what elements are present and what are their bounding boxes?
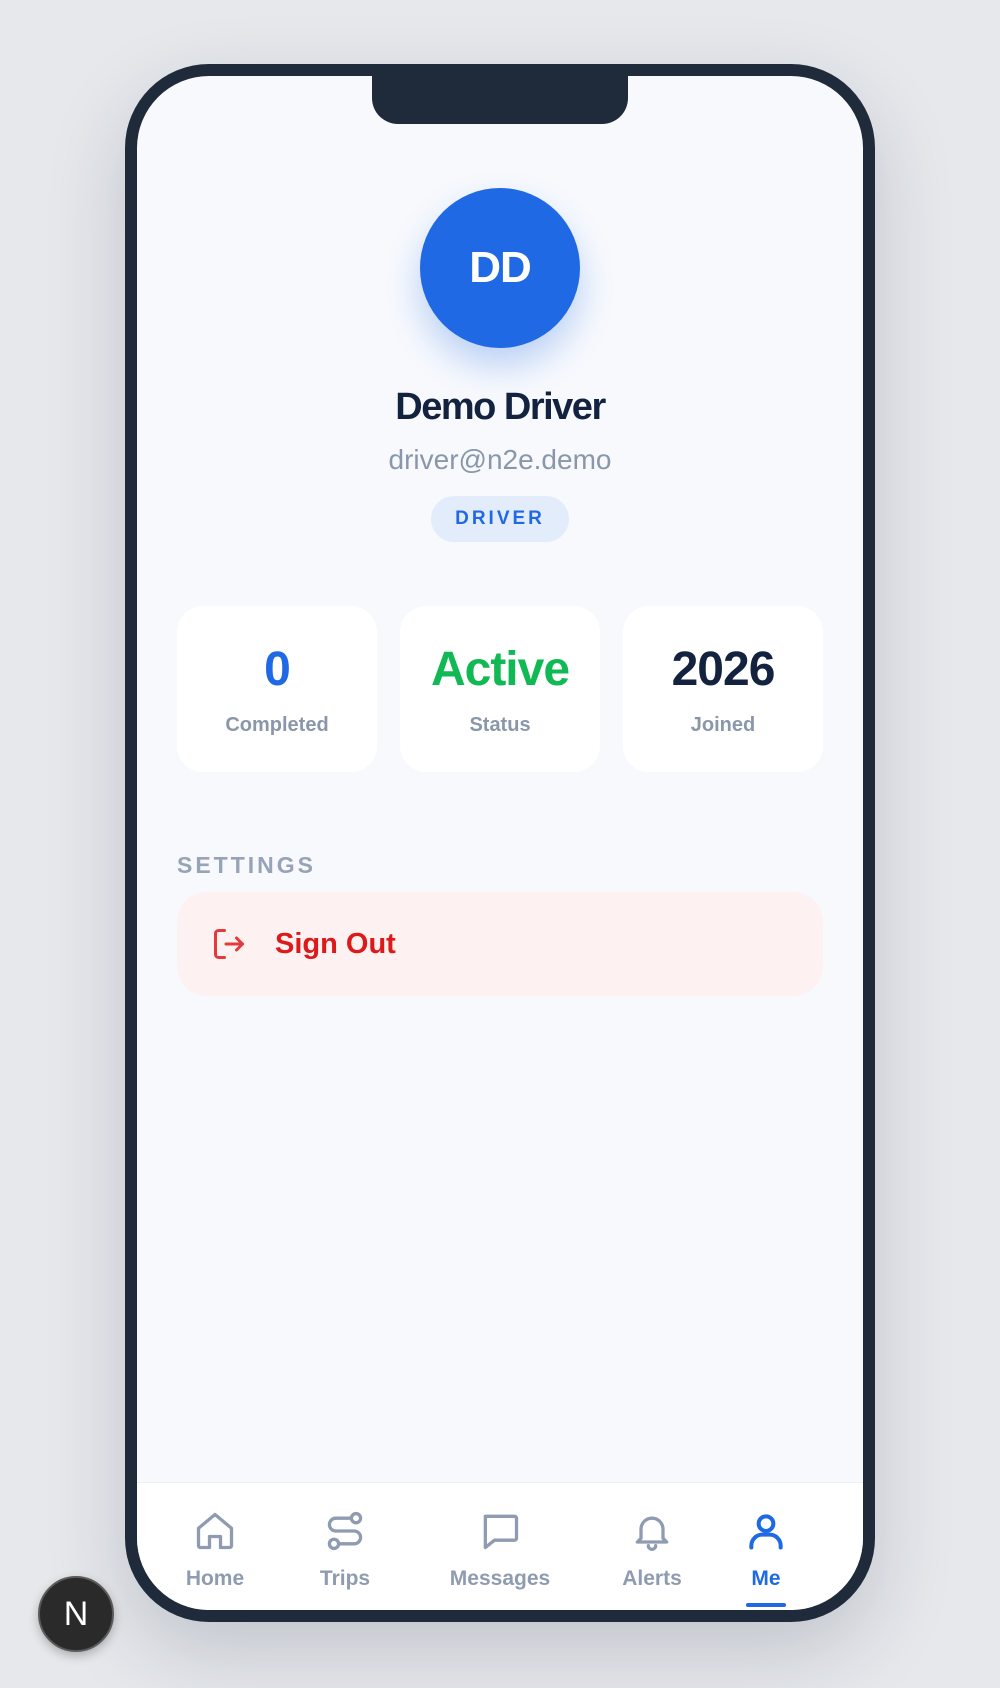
- avatar-initials: DD: [469, 243, 532, 292]
- active-tab-indicator: [746, 1603, 786, 1607]
- next-dev-badge[interactable]: N: [38, 1576, 114, 1652]
- profile-email: driver@n2e.demo: [388, 444, 612, 475]
- user-icon: [749, 1514, 783, 1550]
- message-icon: [483, 1514, 519, 1550]
- stat-card-joined: 2026 Joined: [623, 606, 823, 772]
- stats-row: 0 Completed Active Status 2026 Joined: [177, 606, 823, 772]
- tab-me[interactable]: Me: [721, 1483, 811, 1610]
- notch: [372, 76, 628, 124]
- avatar: DD: [420, 188, 580, 348]
- logout-icon: [214, 929, 244, 959]
- tab-alerts[interactable]: Alerts: [597, 1483, 707, 1610]
- stat-value: 0: [264, 643, 291, 696]
- tab-label: Alerts: [622, 1567, 682, 1590]
- stat-label: Completed: [225, 714, 329, 736]
- tab-label: Trips: [319, 1567, 371, 1590]
- sign-out-button[interactable]: Sign Out: [177, 892, 823, 996]
- stat-label: Joined: [690, 714, 756, 736]
- stat-card-completed: 0 Completed: [177, 606, 377, 772]
- tab-home[interactable]: Home: [165, 1483, 265, 1610]
- screen: DD Demo Driver driver@n2e.demo DRIVER 0 …: [137, 76, 863, 1610]
- stat-card-status: Active Status: [400, 606, 600, 772]
- tab-label: Messages: [449, 1567, 551, 1590]
- role-badge-label: DRIVER: [455, 508, 545, 529]
- home-icon: [196, 1512, 234, 1550]
- settings-section-label: SETTINGS: [177, 852, 317, 878]
- route-icon: [327, 1511, 363, 1551]
- tab-trips[interactable]: Trips: [295, 1483, 395, 1610]
- bell-icon: [635, 1516, 669, 1551]
- tab-label: Me: [751, 1567, 781, 1590]
- stat-label: Status: [469, 714, 531, 736]
- tab-label: Home: [185, 1567, 245, 1590]
- phone-frame: DD Demo Driver driver@n2e.demo DRIVER 0 …: [125, 64, 875, 1622]
- profile-name: Demo Driver: [395, 386, 606, 428]
- tab-messages[interactable]: Messages: [427, 1483, 573, 1610]
- stat-value: Active: [430, 643, 570, 696]
- stat-value: 2026: [671, 643, 776, 696]
- bottom-tab-bar: Home Trips Messages Alerts Me: [137, 1482, 863, 1610]
- sign-out-label: Sign Out: [275, 928, 396, 960]
- next-dev-badge-letter: N: [63, 1594, 89, 1633]
- role-badge: DRIVER: [431, 496, 569, 542]
